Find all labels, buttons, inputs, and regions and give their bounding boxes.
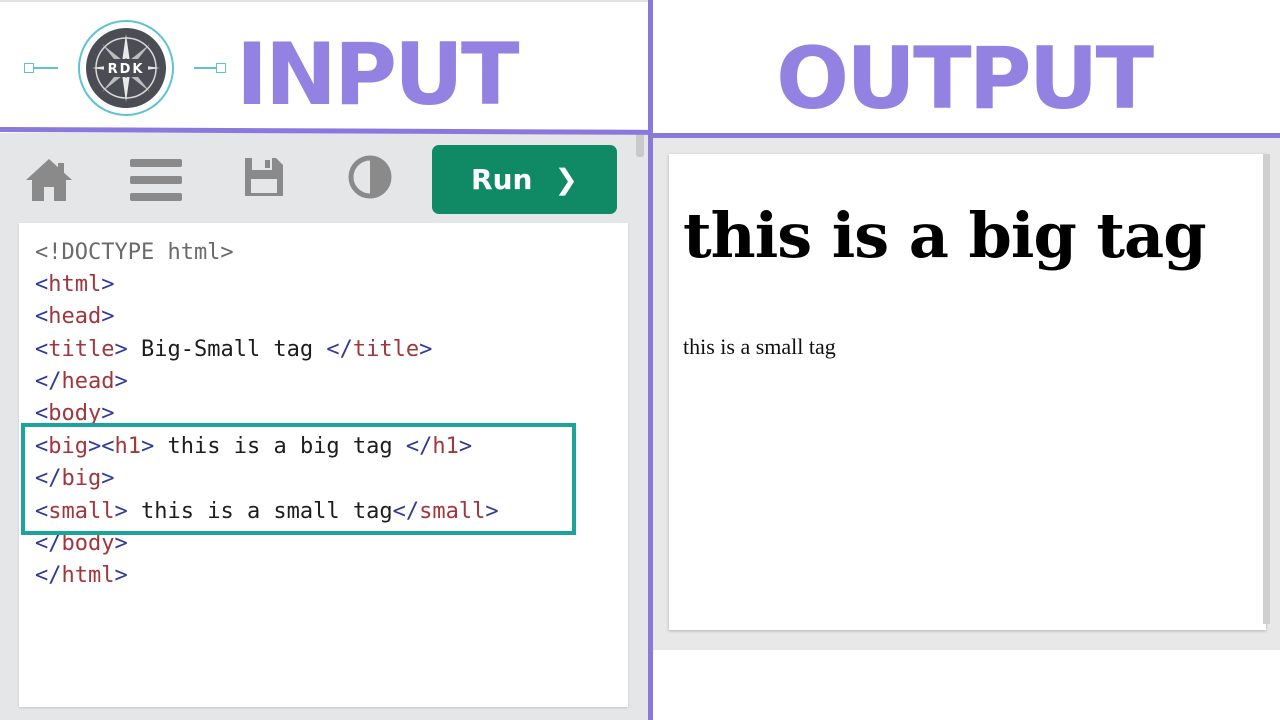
logo-text: RDK (108, 62, 145, 77)
output-footer-area (653, 650, 1280, 720)
code-line: </head> (35, 369, 128, 394)
code-line: </html> (35, 563, 128, 588)
input-title: INPUT (236, 25, 519, 125)
home-icon[interactable] (24, 155, 74, 205)
output-big-heading: this is a big tag (683, 199, 1207, 272)
contrast-icon[interactable] (348, 155, 398, 205)
connector-dot-right (216, 63, 226, 73)
editor-toolbar: Run ❯ (0, 133, 648, 221)
output-title: OUTPUT (776, 29, 1154, 129)
menu-icon[interactable] (130, 155, 182, 205)
code-highlight-box (21, 423, 576, 535)
connector-line-left (34, 67, 58, 69)
connector-line-right (194, 67, 218, 69)
output-small-text: this is a small tag (683, 334, 836, 359)
code-line: <!DOCTYPE html> (35, 240, 234, 265)
output-scrollbar[interactable] (1263, 154, 1270, 624)
divider-vertical (648, 0, 653, 720)
run-button[interactable]: Run ❯ (432, 145, 617, 214)
save-icon[interactable] (242, 155, 292, 205)
rdk-logo: RDK (78, 20, 174, 116)
divider-horizontal-right (650, 133, 1280, 138)
connector-dot-left (24, 63, 34, 73)
code-line: <head> (35, 304, 115, 329)
compass-icon: RDK (92, 34, 160, 102)
code-line: <title> Big-Small tag </title> (35, 337, 433, 362)
top-border (0, 0, 650, 2)
toolbar-scrollbar[interactable] (636, 133, 644, 157)
code-line: <html> (35, 272, 115, 297)
chevron-right-icon: ❯ (554, 163, 578, 196)
run-label: Run (471, 163, 533, 196)
